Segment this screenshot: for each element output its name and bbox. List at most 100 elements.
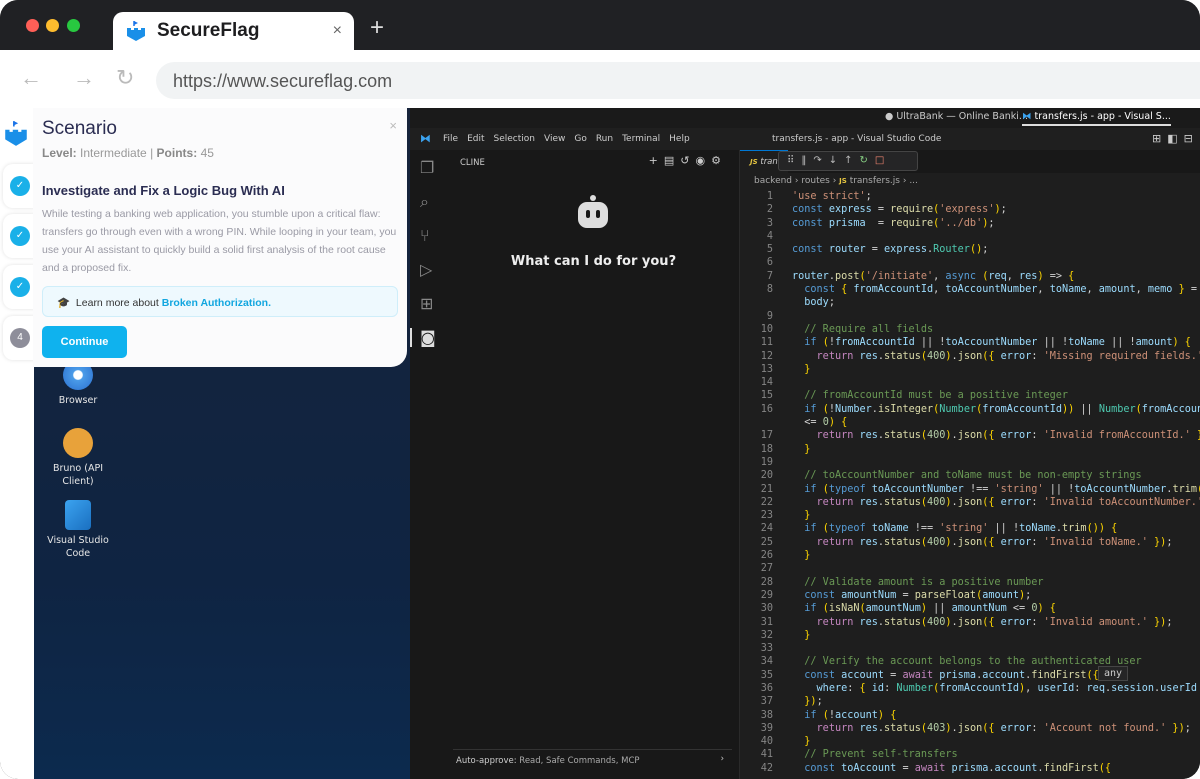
step-over-icon[interactable]: ↷	[813, 155, 828, 166]
breadcrumb-routes[interactable]: routes	[801, 176, 829, 186]
auto-approve-bar[interactable]: Auto-approve: Read, Safe Commands, MCP›	[453, 749, 732, 771]
code-token: 'Invalid toName.'	[1044, 537, 1148, 548]
code-token: ||	[1080, 404, 1092, 415]
extensions-icon[interactable]: ⊞	[420, 294, 433, 313]
line-number: 3	[740, 217, 773, 230]
new-tab-button[interactable]: +	[370, 14, 384, 42]
pause-icon[interactable]: ‖	[801, 155, 813, 166]
line-number: 12	[740, 350, 773, 363]
menu-run[interactable]: Run	[596, 134, 613, 144]
source-control-icon[interactable]: ⑂	[420, 226, 430, 245]
code-text: return res.status(400).json({ error: 'In…	[792, 430, 1200, 441]
history-icon[interactable]: ↺	[680, 154, 695, 167]
code-text: body;	[792, 297, 835, 308]
code-token: if	[804, 484, 816, 495]
taskbar-item-ultrabank[interactable]: ● UltraBank — Online Banki...	[885, 111, 1028, 122]
code-token: ||	[1050, 484, 1062, 495]
reload-button[interactable]: ↻	[116, 65, 134, 91]
breadcrumb: backend › routes › JS transfers.js › ...	[740, 173, 1200, 190]
code-token: trim	[1062, 523, 1087, 534]
close-panel-icon[interactable]: ×	[389, 118, 397, 133]
code-token	[792, 337, 804, 348]
step-into-icon[interactable]: ↓	[829, 155, 844, 166]
points-value: 45	[201, 146, 214, 160]
stop-icon[interactable]: □	[875, 155, 891, 166]
code-token: =>	[1050, 271, 1062, 282]
code-line: 42 const toAccount = await prisma.accoun…	[740, 762, 1200, 775]
close-tab-icon[interactable]: ×	[333, 22, 342, 40]
breadcrumb-backend[interactable]: backend	[754, 176, 792, 186]
menu-go[interactable]: Go	[574, 134, 586, 144]
code-text: });	[792, 696, 823, 707]
code-token: req	[988, 271, 1006, 282]
cline-icon[interactable]: ◙	[410, 328, 436, 347]
line-number: 33	[740, 642, 773, 655]
code-area[interactable]: 1'use strict';2const express = require('…	[740, 190, 1200, 775]
menu-file[interactable]: File	[443, 134, 458, 144]
code-text: // fromAccountId must be a positive inte…	[792, 390, 1068, 401]
step-out-icon[interactable]: ↑	[844, 155, 859, 166]
new-task-icon[interactable]: +	[649, 154, 664, 167]
code-token: account	[835, 710, 878, 721]
minimize-window-button[interactable]	[46, 19, 59, 32]
layout-toggle-icons[interactable]: ⊞◧⊟	[1152, 132, 1199, 145]
code-token: status	[884, 617, 921, 628]
drag-handle-icon[interactable]: ⠿	[787, 155, 801, 166]
maximize-window-button[interactable]	[67, 19, 80, 32]
broken-authorization-link[interactable]: Broken Authorization.	[162, 297, 271, 309]
code-text: const prisma = require('../db');	[792, 218, 994, 229]
code-token: res	[860, 537, 878, 548]
code-token: toAccountNumber	[945, 337, 1037, 348]
desktop-icon-bruno[interactable]: Bruno (API Client)	[38, 428, 118, 488]
menu-edit[interactable]: Edit	[467, 134, 484, 144]
desktop-icon-browser[interactable]: Browser	[38, 360, 118, 407]
code-text: // Prevent self-transfers	[792, 749, 958, 760]
forward-button[interactable]: →	[73, 65, 95, 91]
url-input[interactable]: https://www.secureflag.com	[156, 62, 1200, 99]
line-number: 37	[740, 695, 773, 708]
code-text: }	[792, 364, 810, 375]
code-token: amount	[982, 590, 1019, 601]
desktop-icon-label: Bruno (API Client)	[53, 463, 103, 487]
code-token: router	[829, 244, 866, 255]
code-text: const toAccount = await prisma.account.f…	[792, 763, 1111, 774]
code-token: '../db'	[939, 218, 982, 229]
menu-selection[interactable]: Selection	[494, 134, 535, 144]
line-number: 1	[740, 190, 773, 203]
restart-icon[interactable]: ↻	[860, 155, 875, 166]
level-value: Intermediate	[80, 146, 147, 160]
explorer-icon[interactable]: ❐	[420, 158, 434, 177]
breadcrumb-file[interactable]: transfers.js	[850, 176, 900, 186]
code-token	[792, 630, 804, 641]
code-token	[792, 324, 804, 335]
desktop-icon-vscode[interactable]: Visual Studio Code	[38, 500, 118, 560]
menu-terminal[interactable]: Terminal	[622, 134, 660, 144]
account-icon[interactable]: ◉	[696, 154, 712, 167]
continue-button[interactable]: Continue	[42, 326, 127, 358]
cline-prompt: What can I do for you?	[447, 254, 740, 269]
code-token: }	[804, 630, 810, 641]
browser-tab[interactable]: SecureFlag ×	[113, 12, 354, 50]
back-button[interactable]: ←	[20, 65, 42, 91]
menu-help[interactable]: Help	[669, 134, 690, 144]
mcp-icon[interactable]: ▤	[664, 154, 680, 167]
code-token: toName	[872, 523, 909, 534]
code-token: status	[884, 351, 921, 362]
menu-view[interactable]: View	[544, 134, 565, 144]
code-token: findFirst	[1044, 763, 1099, 774]
settings-icon[interactable]: ⚙	[711, 154, 727, 167]
code-token	[866, 218, 878, 229]
code-line: 24 if (typeof toName !== 'string' || !to…	[740, 522, 1200, 535]
close-window-button[interactable]	[26, 19, 39, 32]
code-token: toName	[1019, 523, 1056, 534]
activity-bar: ❐ ⌕ ⑂ ▷ ⊞ ◙	[410, 150, 447, 779]
code-token: amount	[1136, 337, 1173, 348]
breadcrumb-more[interactable]: ...	[909, 176, 918, 186]
code-token: fromAccountId	[853, 284, 933, 295]
taskbar-item-vscode[interactable]: ⧓ transfers.js - app - Visual S...	[1022, 111, 1171, 126]
search-icon[interactable]: ⌕	[420, 192, 429, 212]
code-text: const router = express.Router();	[792, 244, 988, 255]
code-line: 7router.post('/initiate', async (req, re…	[740, 270, 1200, 283]
code-token: // Prevent self-transfers	[804, 749, 957, 760]
run-debug-icon[interactable]: ▷	[420, 260, 432, 279]
